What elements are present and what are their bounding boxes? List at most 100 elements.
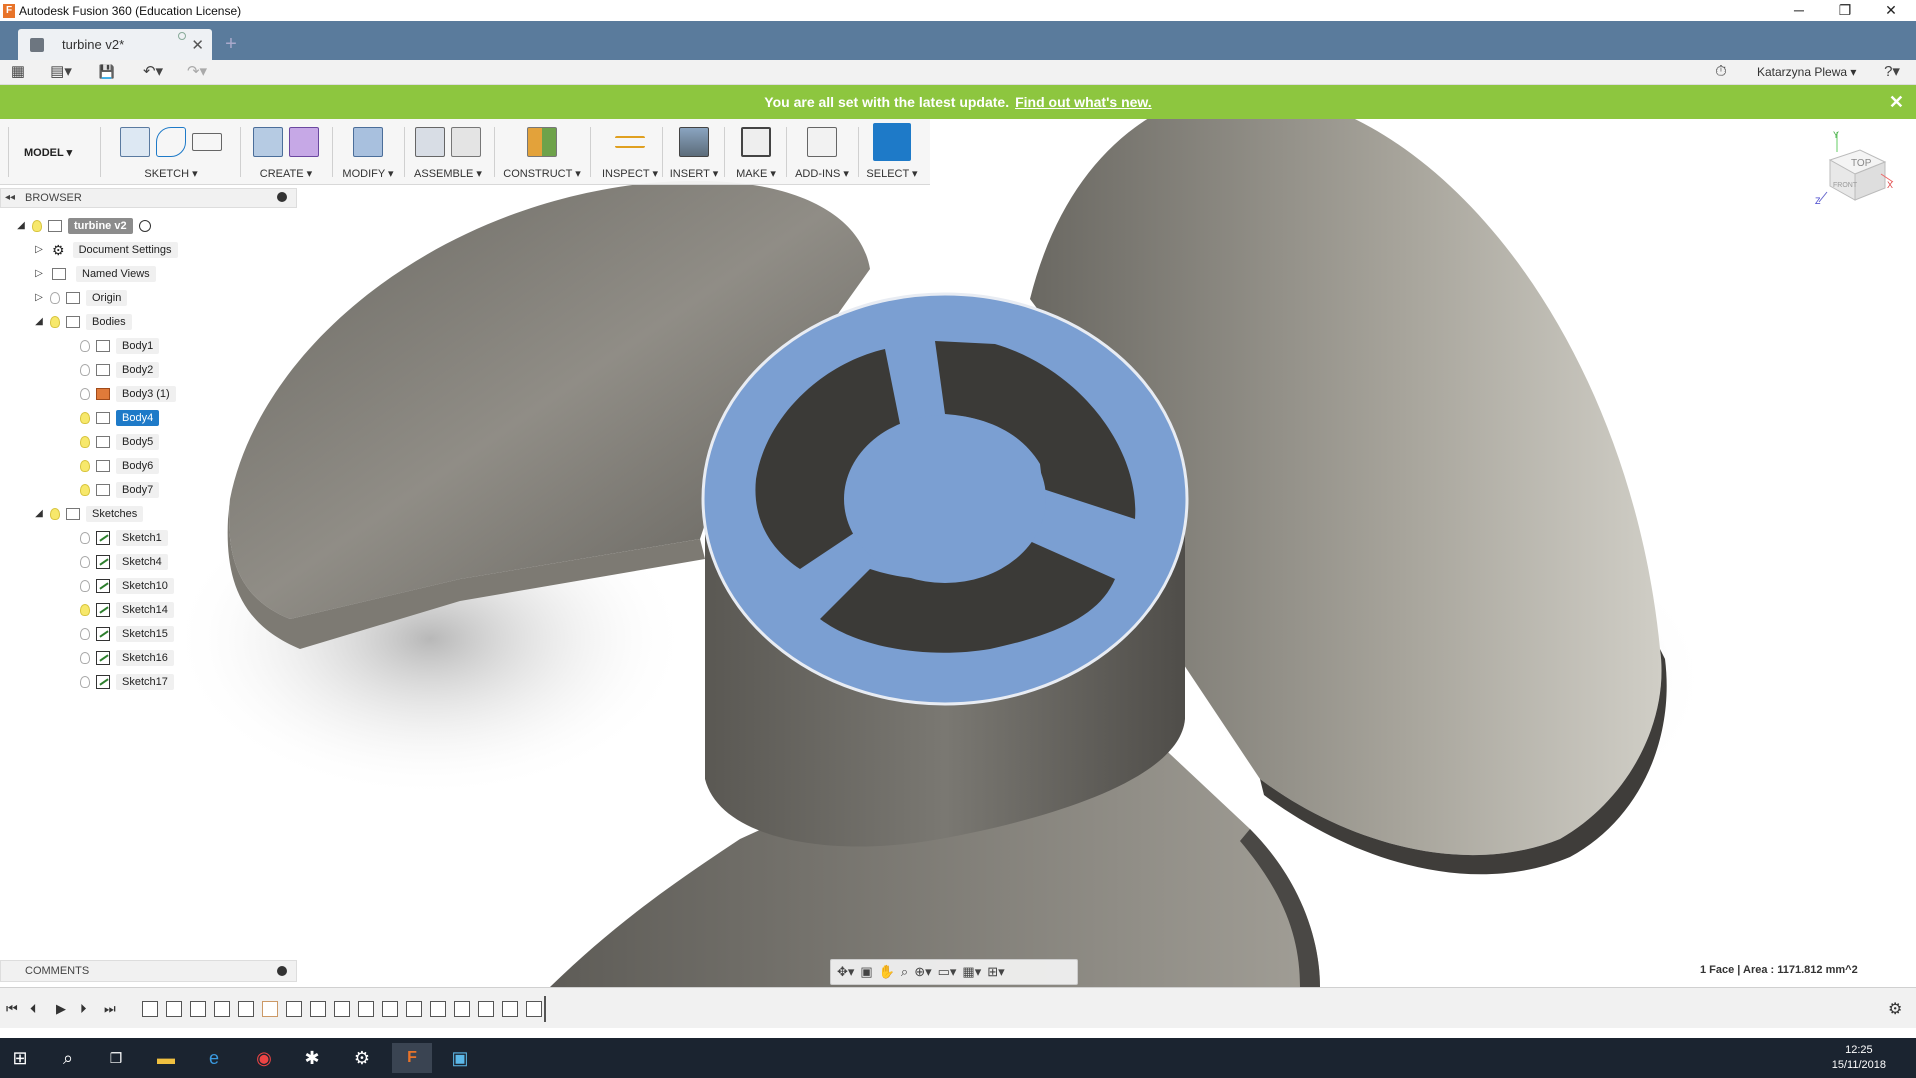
- help-icon[interactable]: ?▾: [1876, 63, 1908, 81]
- visibility-bulb-icon[interactable]: [80, 364, 90, 376]
- browser-item-body[interactable]: Body2: [74, 360, 160, 380]
- display-settings-icon[interactable]: ▭▾: [938, 964, 957, 980]
- browser-item-body[interactable]: Body3 (1): [74, 384, 176, 404]
- construct-group[interactable]: CONSTRUCT ▾: [500, 119, 584, 185]
- browser-item-sketch[interactable]: Sketch4: [74, 552, 168, 572]
- browser-item-body[interactable]: Body7: [74, 480, 160, 500]
- close-window-button[interactable]: ✕: [1868, 0, 1914, 21]
- timeline-first-icon[interactable]: ⏮: [6, 1001, 18, 1017]
- create-sketch-icon[interactable]: [120, 127, 150, 157]
- timeline-feature-icon[interactable]: [358, 1001, 374, 1017]
- visibility-bulb-icon[interactable]: [80, 652, 90, 664]
- visibility-bulb-icon[interactable]: [50, 508, 60, 520]
- browser-item-body[interactable]: Body4: [74, 408, 160, 428]
- collapse-root-icon[interactable]: ◢: [16, 221, 26, 231]
- slack-icon[interactable]: ✱: [292, 1043, 332, 1073]
- visibility-bulb-icon[interactable]: [80, 460, 90, 472]
- viewports-icon[interactable]: ⊞▾: [987, 964, 1004, 980]
- visibility-bulb-icon[interactable]: [80, 436, 90, 448]
- browser-item-sketch[interactable]: Sketch10: [74, 576, 174, 596]
- banner-close-icon[interactable]: ✕: [1889, 92, 1904, 113]
- visibility-bulb-icon[interactable]: [80, 628, 90, 640]
- steam-icon[interactable]: ⚙: [342, 1043, 382, 1073]
- scripts-addins-icon[interactable]: [807, 127, 837, 157]
- timeline-feature-icon[interactable]: [142, 1001, 158, 1017]
- visibility-bulb-icon[interactable]: [80, 340, 90, 352]
- browser-item-sketch[interactable]: Sketch17: [74, 672, 174, 692]
- timeline-feature-icon[interactable]: [478, 1001, 494, 1017]
- visibility-bulb-icon[interactable]: [50, 316, 60, 328]
- visibility-bulb-icon[interactable]: [80, 604, 90, 616]
- browser-item-sketch[interactable]: Sketch14: [74, 600, 174, 620]
- add-ins-group[interactable]: ADD-INS ▾: [790, 119, 854, 185]
- fit-zoom-icon[interactable]: ⊕▾: [914, 964, 931, 980]
- create-group[interactable]: CREATE ▾: [246, 119, 326, 185]
- visibility-bulb-icon[interactable]: [80, 676, 90, 688]
- minimize-button[interactable]: ─: [1776, 0, 1822, 21]
- browser-item-named-views[interactable]: ▷ Named Views: [34, 264, 156, 284]
- visibility-bulb-icon[interactable]: [80, 580, 90, 592]
- new-tab-button[interactable]: +: [218, 33, 244, 57]
- insert-group[interactable]: INSERT ▾: [666, 119, 722, 185]
- browser-item-sketches[interactable]: ◢ Sketches: [34, 504, 144, 524]
- visibility-bulb-icon[interactable]: [50, 292, 60, 304]
- expand-icon[interactable]: ▷: [34, 269, 44, 279]
- offset-plane-icon[interactable]: [527, 127, 557, 157]
- photo-app-icon[interactable]: ▣: [440, 1043, 480, 1073]
- visibility-bulb-icon[interactable]: [80, 412, 90, 424]
- browser-item-sketch[interactable]: Sketch16: [74, 648, 174, 668]
- select-arrow-icon[interactable]: [873, 123, 911, 161]
- activate-radio-icon[interactable]: [138, 220, 151, 232]
- timeline-feature-icon[interactable]: [166, 1001, 182, 1017]
- save-icon[interactable]: 💾: [96, 63, 118, 81]
- insert-image-icon[interactable]: [679, 127, 709, 157]
- timeline-last-icon[interactable]: ⏭: [104, 1001, 116, 1017]
- viewcube-top-label[interactable]: TOP: [1851, 158, 1871, 169]
- extrude-icon[interactable]: [253, 127, 283, 157]
- fusion-360-taskbar-icon[interactable]: F: [392, 1043, 432, 1073]
- viewcube-front-label[interactable]: FRONT: [1833, 182, 1857, 189]
- document-tab[interactable]: turbine v2* ✕: [18, 29, 212, 60]
- windows-start-icon[interactable]: ⊞: [0, 1043, 40, 1073]
- timeline-feature-icon[interactable]: [286, 1001, 302, 1017]
- data-panel-grid-icon[interactable]: ▦: [8, 63, 28, 81]
- workspace-switcher[interactable]: MODEL ▾: [24, 146, 72, 159]
- visibility-bulb-icon[interactable]: [80, 532, 90, 544]
- browser-item-origin[interactable]: ▷ Origin: [34, 288, 128, 308]
- browser-item-sketch[interactable]: Sketch15: [74, 624, 174, 644]
- system-clock[interactable]: 12:25 15/11/2018: [1832, 1043, 1886, 1073]
- undo-icon[interactable]: ↶▾: [138, 63, 168, 81]
- timeline-feature-icon[interactable]: [454, 1001, 470, 1017]
- timeline-feature-icon[interactable]: [382, 1001, 398, 1017]
- user-account-menu[interactable]: Katarzyna Plewa ▾: [1757, 65, 1856, 79]
- press-pull-icon[interactable]: [353, 127, 383, 157]
- timeline-feature-icon[interactable]: [334, 1001, 350, 1017]
- whats-new-link[interactable]: Find out what's new.: [1015, 94, 1152, 110]
- joint-icon[interactable]: [451, 127, 481, 157]
- visibility-bulb-icon[interactable]: [80, 388, 90, 400]
- 3d-print-icon[interactable]: [741, 127, 771, 157]
- select-group[interactable]: SELECT ▾: [862, 119, 922, 185]
- timeline-prev-icon[interactable]: ⏴: [30, 1001, 37, 1017]
- grid-settings-icon[interactable]: ▦▾: [962, 964, 981, 980]
- look-at-icon[interactable]: ▣: [860, 964, 872, 980]
- timeline-feature-icon[interactable]: [502, 1001, 518, 1017]
- browser-item-bodies[interactable]: ◢ Bodies: [34, 312, 132, 332]
- new-component-icon[interactable]: [415, 127, 445, 157]
- file-menu-icon[interactable]: ▤▾: [46, 63, 76, 81]
- visibility-bulb-icon[interactable]: [80, 556, 90, 568]
- job-status-clock-icon[interactable]: ⏱: [1710, 63, 1732, 81]
- timeline-feature-icon[interactable]: [214, 1001, 230, 1017]
- sketch-rectangle-icon[interactable]: [192, 133, 222, 151]
- visibility-bulb-icon[interactable]: [32, 220, 42, 232]
- viewcube[interactable]: TOP FRONT Y X Z: [1815, 130, 1895, 210]
- restore-button[interactable]: ❐: [1822, 0, 1868, 21]
- timeline-settings-gear-icon[interactable]: ⚙: [1888, 999, 1902, 1019]
- orbit-icon[interactable]: ✥▾: [837, 964, 854, 980]
- sketch-line-icon[interactable]: [156, 127, 186, 157]
- zoom-icon[interactable]: ⌕: [901, 964, 908, 980]
- sketch-group[interactable]: SKETCH ▾: [108, 119, 234, 185]
- browser-item-body[interactable]: Body6: [74, 456, 160, 476]
- collapse-icon[interactable]: ◢: [34, 509, 44, 519]
- pan-hand-icon[interactable]: ✋: [879, 964, 895, 980]
